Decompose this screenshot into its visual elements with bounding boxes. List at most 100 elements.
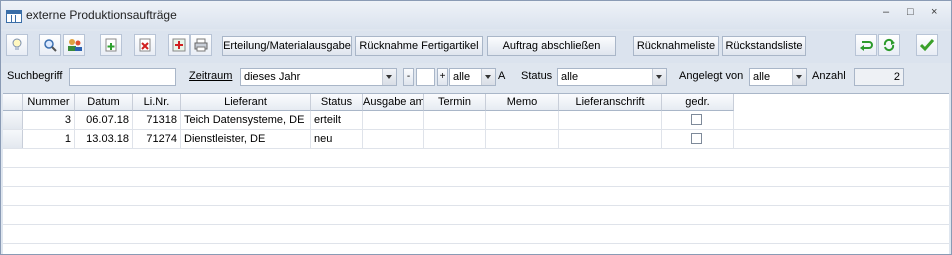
angelegt-von-label: Angelegt von (679, 70, 744, 82)
range-input[interactable] (416, 68, 435, 86)
cell-status: erteilt (311, 111, 363, 129)
toolbar: Erteilung/Materialausgabe Rücknahme Fert… (1, 31, 951, 63)
empty-row (3, 225, 949, 244)
range-value: alle (453, 71, 471, 83)
column-header-status[interactable]: Status (311, 94, 363, 111)
a-button[interactable]: A (498, 70, 505, 82)
column-header-ausgabe-am[interactable]: Ausgabe am (363, 94, 424, 111)
cell-nummer: 3 (23, 111, 75, 129)
title-bar: externe Produktionsaufträge – □ × (1, 1, 951, 29)
anzahl-label: Anzahl (812, 70, 846, 82)
window-title: externe Produktionsaufträge (26, 8, 177, 22)
gedr-checkbox[interactable] (691, 114, 702, 125)
ruecknahme-fertigartikel-button[interactable]: Rücknahme Fertigartikel (355, 36, 483, 56)
minimize-button[interactable]: – (883, 6, 889, 18)
zeitraum-select[interactable]: dieses Jahr (240, 68, 397, 86)
cell-lieferant: Dienstleister, DE (181, 130, 311, 148)
range-select[interactable]: alle (449, 68, 496, 86)
status-label: Status (521, 70, 553, 82)
minus-button[interactable]: - (403, 68, 414, 86)
gedr-checkbox[interactable] (691, 133, 702, 144)
refresh-icon (883, 38, 895, 52)
zeitraum-label: Zeitraum (189, 70, 233, 82)
cell-linr: 71318 (133, 111, 181, 129)
suchbegriff-label: Suchbegriff (7, 70, 63, 82)
chevron-down-icon (481, 69, 495, 85)
cell-datum: 06.07.18 (75, 111, 133, 129)
column-header-lieferanschrift[interactable]: Lieferanschrift (559, 94, 662, 111)
suchbegriff-input[interactable] (69, 68, 176, 86)
print-icon (194, 38, 208, 52)
anzahl-value: 2 (854, 68, 904, 86)
column-header-datum[interactable]: Datum (75, 94, 133, 111)
cell-memo (486, 111, 559, 129)
empty-row (3, 244, 949, 254)
erteilung-materialausgabe-button[interactable]: Erteilung/Materialausgabe (222, 36, 352, 56)
chevron-down-icon (652, 69, 666, 85)
search-icon (44, 39, 57, 52)
column-header-lieferant[interactable]: Lieferant (181, 94, 311, 111)
table-app-icon (6, 10, 22, 23)
orders-table: Nummer Datum Li.Nr. Lieferant Status Aus… (3, 93, 949, 254)
column-header-nummer[interactable]: Nummer (23, 94, 75, 111)
tip-button[interactable] (6, 34, 28, 56)
cell-ausgabe-am (363, 111, 424, 129)
undo-icon (860, 41, 873, 51)
cell-nummer: 1 (23, 130, 75, 148)
row-header-corner (3, 94, 23, 111)
column-header-termin[interactable]: Termin (424, 94, 486, 111)
angelegt-von-value: alle (753, 71, 771, 83)
close-button[interactable]: × (931, 6, 937, 18)
cell-status: neu (311, 130, 363, 148)
status-select[interactable]: alle (557, 68, 667, 86)
cell-lieferanschrift (559, 130, 662, 148)
new-order-button[interactable] (100, 34, 122, 56)
print-button[interactable] (190, 34, 212, 56)
empty-row (3, 187, 949, 206)
delete-order-button[interactable] (134, 34, 156, 56)
chevron-down-icon (792, 69, 806, 85)
table-row[interactable]: 3 06.07.18 71318 Teich Datensysteme, DE … (3, 111, 949, 130)
zeitraum-value: dieses Jahr (244, 71, 301, 83)
refresh-button[interactable] (878, 34, 900, 56)
cell-memo (486, 130, 559, 148)
users-button[interactable] (63, 34, 85, 56)
table-row[interactable]: 1 13.03.18 71274 Dienstleister, DE neu (3, 130, 949, 149)
undo-button[interactable] (855, 34, 877, 56)
cell-termin (424, 130, 486, 148)
cell-datum: 13.03.18 (75, 130, 133, 148)
plus-button[interactable]: + (437, 68, 448, 86)
cell-termin (424, 111, 486, 129)
column-header-linr[interactable]: Li.Nr. (133, 94, 181, 111)
cell-lieferant: Teich Datensysteme, DE (181, 111, 311, 129)
row-selector[interactable] (3, 111, 23, 129)
filter-bar: Suchbegriff Zeitraum dieses Jahr - + all… (1, 63, 951, 91)
empty-row (3, 206, 949, 225)
cell-lieferanschrift (559, 111, 662, 129)
add-button[interactable] (168, 34, 190, 56)
cell-ausgabe-am (363, 130, 424, 148)
column-header-memo[interactable]: Memo (486, 94, 559, 111)
cell-gedr (662, 130, 734, 148)
lightbulb-icon (12, 38, 22, 50)
empty-row (3, 168, 949, 187)
row-selector[interactable] (3, 130, 23, 148)
delete-document-icon (139, 38, 151, 52)
cell-linr: 71274 (133, 130, 181, 148)
add-icon (172, 38, 186, 52)
ruecknahmeliste-button[interactable]: Rücknahmeliste (633, 36, 719, 56)
cell-gedr (662, 111, 734, 129)
window: externe Produktionsaufträge – □ × Erteil… (0, 0, 952, 255)
confirm-button[interactable] (916, 34, 938, 56)
column-header-gedr[interactable]: gedr. (662, 94, 734, 111)
new-document-icon (105, 38, 117, 52)
users-icon (68, 39, 82, 51)
chevron-down-icon (382, 69, 396, 85)
empty-row (3, 149, 949, 168)
rueckstandsliste-button[interactable]: Rückstandsliste (722, 36, 806, 56)
status-value: alle (561, 71, 579, 83)
angelegt-von-select[interactable]: alle (749, 68, 807, 86)
auftrag-abschliessen-button[interactable]: Auftrag abschließen (487, 36, 616, 56)
maximize-button[interactable]: □ (907, 6, 914, 18)
search-button[interactable] (39, 34, 61, 56)
